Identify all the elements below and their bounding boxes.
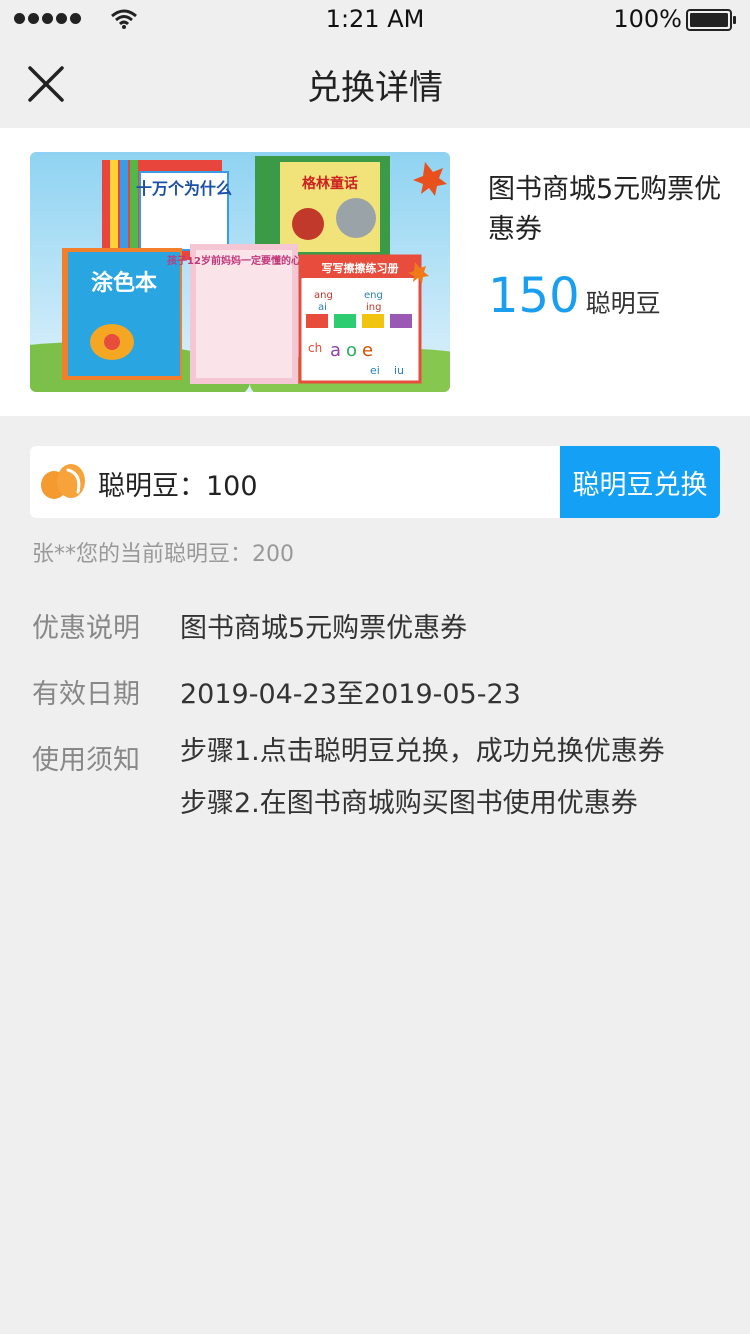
product-card: 十万个为什么 格林童话 涂色本 孩子12岁前妈妈一定要懂的心理学 写写擦擦练习册… [0, 128, 750, 416]
current-beans-text: 张**您的当前聪明豆：200 [32, 542, 294, 567]
pinyin-8: e [362, 340, 373, 361]
usage-step-1: 步骤1.点击聪明豆兑换，成功兑换优惠券 [180, 736, 665, 767]
exchange-button[interactable]: 聪明豆兑换 [560, 446, 720, 518]
price-value: 150 [488, 268, 580, 324]
battery-percentage: 100% [613, 5, 682, 33]
detail-value-offer: 图书商城5元购票优惠券 [180, 613, 468, 644]
pinyin-3: ai [318, 302, 327, 313]
pinyin-9: ei [370, 364, 380, 377]
status-bar: 1:21 AM 100% [0, 0, 750, 40]
product-price: 150 聪明豆 [488, 268, 661, 324]
product-title: 图书商城5元购票优惠券 [488, 174, 722, 245]
bean-icon [41, 464, 85, 499]
exchange-bar: 聪明豆：100 聪明豆兑换 [30, 446, 720, 518]
battery-icon [686, 9, 736, 31]
book-title-3: 涂色本 [91, 270, 157, 296]
pinyin-2: eng [364, 290, 383, 301]
book-title-4: 孩子12岁前妈妈一定要懂的心理学 [167, 254, 321, 267]
usage-step-2: 步骤2.在图书商城购买图书使用优惠券 [180, 788, 638, 819]
pinyin-5: ch [308, 341, 322, 355]
book-title-2: 格林童话 [302, 175, 358, 192]
detail-label-offer: 优惠说明 [32, 613, 140, 644]
detail-value-usage: 步骤1.点击聪明豆兑换，成功兑换优惠券 步骤2.在图书商城购买图书使用优惠券 [180, 726, 720, 830]
pinyin-4: ing [366, 302, 381, 313]
pinyin-1: ang [314, 290, 333, 301]
book-title-5: 写写擦擦练习册 [322, 261, 399, 275]
pinyin-10: iu [394, 364, 404, 377]
book-title-1: 十万个为什么 [136, 179, 232, 198]
detail-value-validity: 2019-04-23至2019-05-23 [180, 679, 521, 710]
page-title: 兑换详情 [307, 68, 443, 108]
bean-balance-label: 聪明豆：100 [98, 471, 258, 502]
pinyin-6: a [330, 340, 341, 361]
pinyin-7: o [346, 340, 357, 361]
nav-bar: 兑换详情 [0, 40, 750, 128]
product-image: 十万个为什么 格林童话 涂色本 孩子12岁前妈妈一定要懂的心理学 写写擦擦练习册… [30, 152, 450, 392]
price-unit: 聪明豆 [585, 289, 661, 318]
detail-label-validity: 有效日期 [32, 679, 140, 710]
detail-label-usage: 使用须知 [32, 745, 140, 776]
